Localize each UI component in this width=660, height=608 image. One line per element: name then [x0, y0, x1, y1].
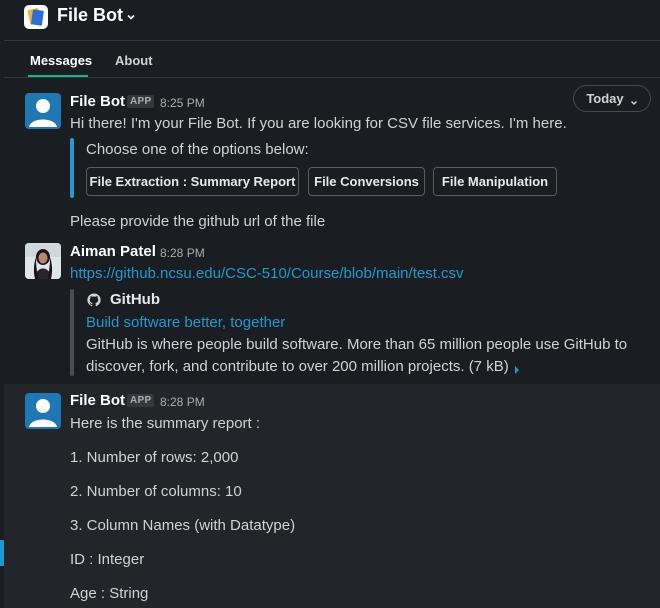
message-text: ID : Integer: [70, 551, 145, 568]
file-extraction-button[interactable]: File Extraction : Summary Report: [86, 167, 299, 196]
message-text: Age : String: [70, 585, 149, 602]
message-text: Please provide the github url of the fil…: [70, 213, 326, 230]
file-conversions-button[interactable]: File Conversions: [308, 167, 425, 196]
unfurl-site-name: GitHub: [110, 291, 160, 308]
tabs-divider: [4, 77, 660, 78]
file-manipulation-button[interactable]: File Manipulation: [433, 167, 557, 196]
app-badge: APP: [127, 95, 155, 108]
chevron-down-icon: [630, 95, 638, 105]
message-text: Here is the summary report :: [70, 415, 261, 432]
message-text: 3. Column Names (with Datatype): [70, 517, 296, 534]
unfurl-title-link[interactable]: Build software better, together: [86, 314, 285, 331]
message-sender[interactable]: Aiman Patel: [70, 243, 156, 260]
message-timestamp[interactable]: 8:25 PM: [160, 96, 205, 110]
tab-messages[interactable]: Messages: [30, 53, 92, 68]
message-timestamp[interactable]: 8:28 PM: [160, 246, 205, 260]
date-label: Today: [586, 91, 624, 106]
date-jump-button[interactable]: Today: [573, 85, 651, 112]
github-file-link[interactable]: https://github.ncsu.edu/CSC-510/Course/b…: [70, 265, 464, 282]
tab-about[interactable]: About: [115, 53, 153, 68]
attachment-bar: [70, 138, 74, 198]
github-icon: [86, 292, 102, 308]
app-name[interactable]: File Bot: [57, 5, 123, 26]
channel-header: File Bot: [0, 0, 660, 40]
unfurl-bar: [70, 289, 74, 376]
message-sender[interactable]: File Bot: [70, 392, 125, 409]
message-text: 2. Number of columns: 10: [70, 483, 242, 500]
app-badge: APP: [127, 394, 155, 407]
chevron-down-icon[interactable]: [126, 9, 136, 20]
header-divider: [4, 40, 660, 41]
user-avatar[interactable]: [25, 243, 61, 279]
unfurl-description: GitHub is where people build software. M…: [86, 336, 628, 353]
bot-avatar[interactable]: [25, 393, 61, 429]
message-text: 1. Number of rows: 2,000: [70, 449, 239, 466]
caret-right-icon[interactable]: [513, 362, 521, 379]
attachment-prompt: Choose one of the options below:: [86, 141, 309, 158]
message-timestamp[interactable]: 8:28 PM: [160, 395, 205, 409]
message-sender[interactable]: File Bot: [70, 93, 125, 110]
message-text: Hi there! I'm your File Bot. If you are …: [70, 115, 567, 132]
bot-avatar[interactable]: [25, 93, 61, 129]
file-bot-app-icon[interactable]: [24, 5, 48, 29]
unfurl-description: discover, fork, and contribute to over 2…: [86, 358, 509, 375]
